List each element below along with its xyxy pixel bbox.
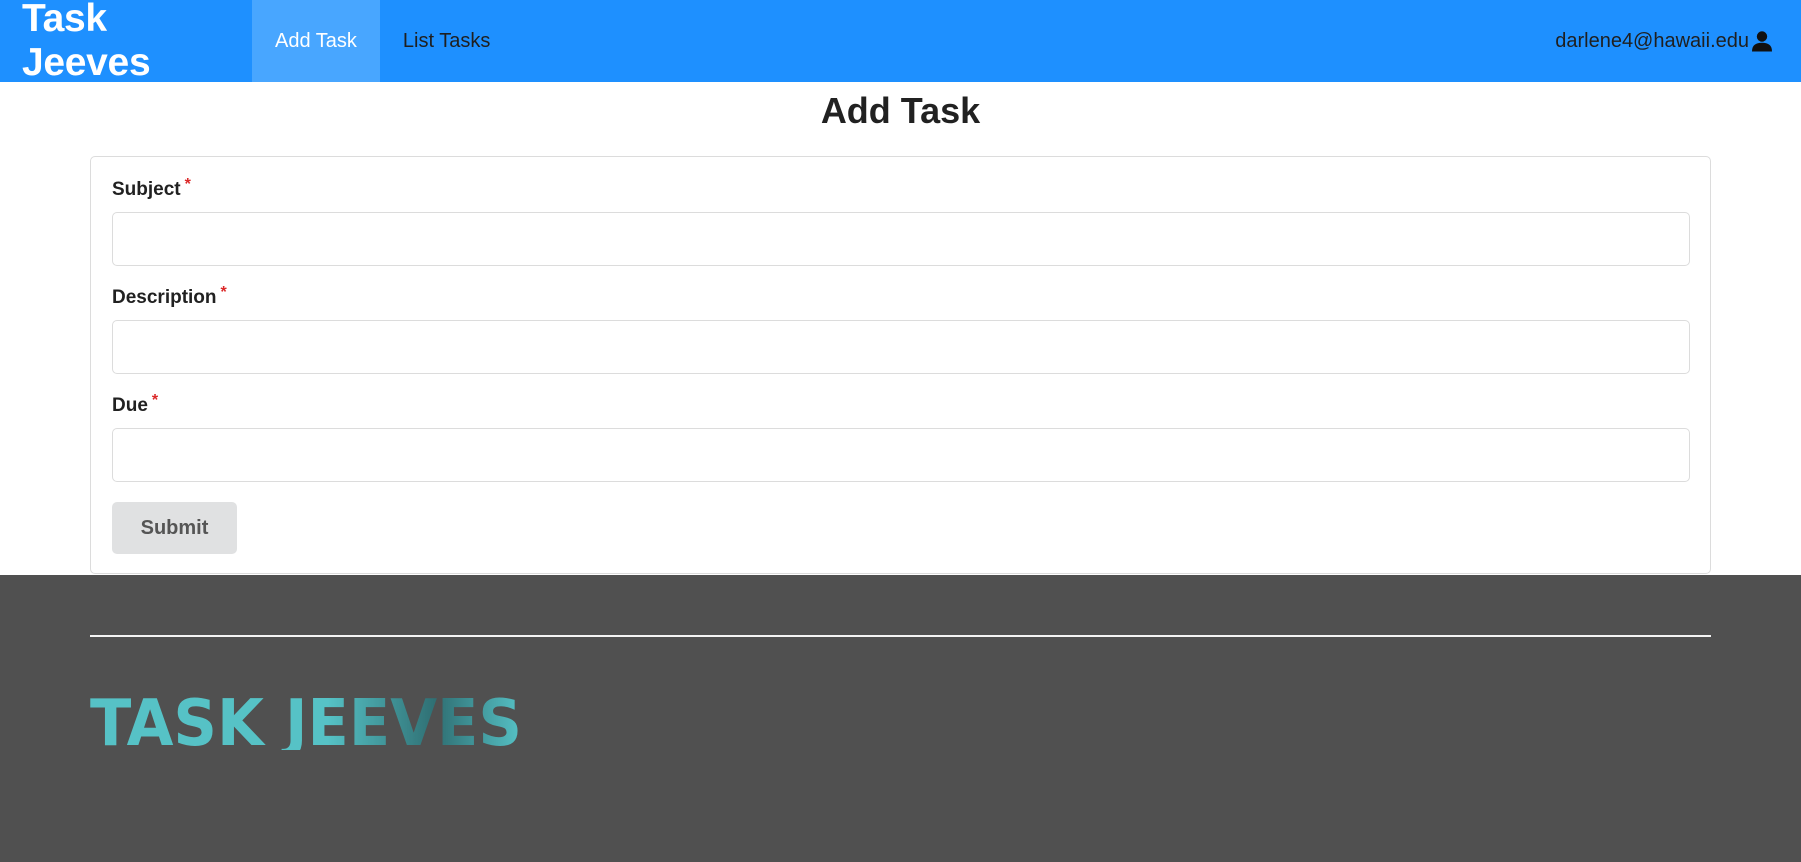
due-label: Due *	[112, 392, 159, 417]
description-label-text: Description	[112, 287, 217, 308]
nav-list-tasks[interactable]: List Tasks	[380, 0, 513, 82]
subject-input[interactable]	[112, 212, 1690, 266]
required-marker: *	[184, 176, 191, 193]
footer: TASK JEEVES	[0, 575, 1801, 862]
subject-label: Subject *	[112, 176, 191, 201]
add-task-form: Subject * Description * Due * Submit	[90, 156, 1711, 574]
footer-divider	[90, 635, 1711, 637]
footer-logo-image: TASK JEEVES	[90, 687, 522, 761]
top-navbar: Task Jeeves Add Task List Tasks darlene4…	[0, 0, 1801, 84]
description-input[interactable]	[112, 320, 1690, 374]
user-email: darlene4@hawaii.edu	[1555, 29, 1749, 52]
submit-button[interactable]: Submit	[112, 502, 237, 554]
due-label-text: Due	[112, 395, 148, 416]
description-label: Description *	[112, 284, 227, 309]
brand-logo-link[interactable]: Task Jeeves	[0, 0, 252, 84]
user-icon	[1751, 30, 1773, 52]
nav-add-task[interactable]: Add Task	[252, 0, 380, 82]
subject-label-text: Subject	[112, 179, 181, 200]
due-input[interactable]	[112, 428, 1690, 482]
required-marker: *	[151, 392, 159, 409]
page-title: Add Task	[820, 90, 981, 131]
user-menu[interactable]: darlene4@hawaii.edu	[1555, 0, 1773, 82]
footer-logo-text: TASK JEEVES	[90, 690, 522, 750]
required-marker: *	[220, 284, 227, 301]
